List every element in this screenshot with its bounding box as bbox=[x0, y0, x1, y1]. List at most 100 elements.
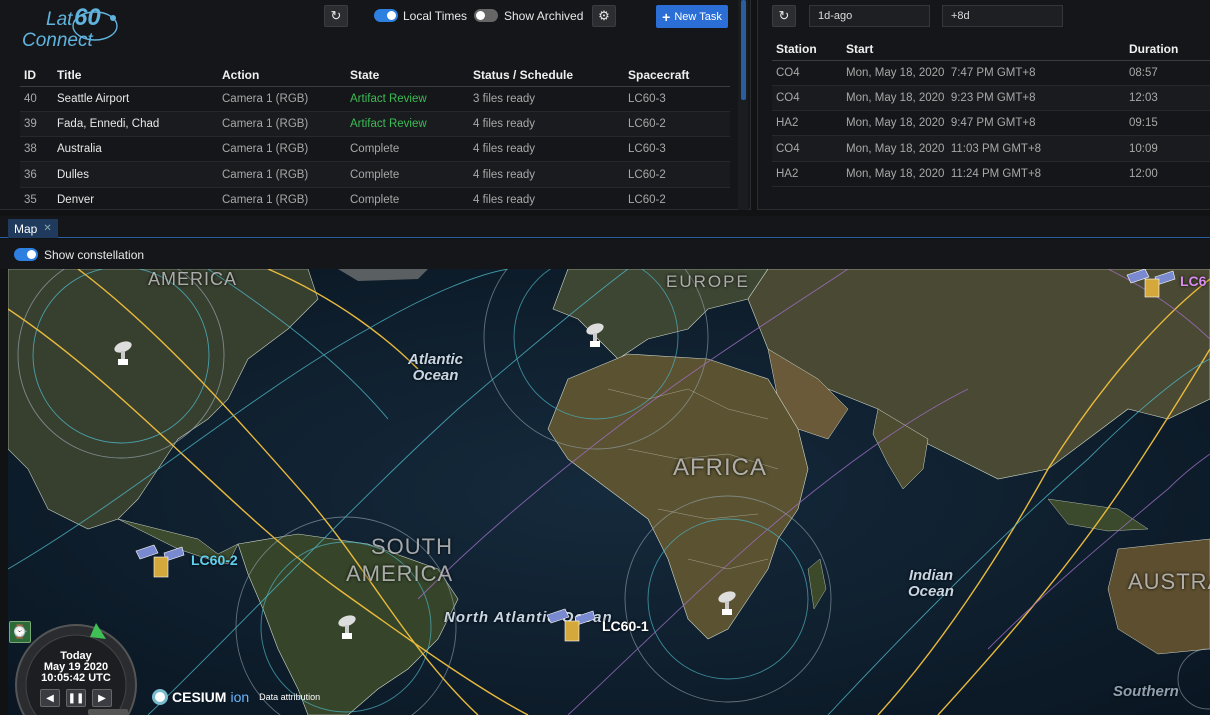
col-header-action[interactable]: Action bbox=[218, 64, 346, 87]
clock-mode-button[interactable]: ⌚ bbox=[9, 621, 31, 643]
label-australia: AUSTRA bbox=[1128, 569, 1210, 594]
show-constellation-toggle[interactable] bbox=[14, 248, 38, 261]
task-action: Camera 1 (RGB) bbox=[218, 136, 346, 163]
range-end-input[interactable]: +8d bbox=[942, 5, 1063, 27]
task-spacecraft: LC60-2 bbox=[624, 111, 730, 138]
map-tabbar: Map ✕ bbox=[0, 216, 1210, 238]
tasks-header-row: ID Title Action State Status / Schedule … bbox=[20, 64, 730, 87]
pass-station: HA2 bbox=[772, 161, 842, 187]
col-header-state[interactable]: State bbox=[346, 64, 469, 87]
task-action: Camera 1 (RGB) bbox=[218, 111, 346, 138]
task-state: Complete bbox=[346, 187, 469, 209]
table-row[interactable]: 39 Fada, Ennedi, Chad Camera 1 (RGB) Art… bbox=[20, 111, 730, 138]
task-id: 39 bbox=[20, 111, 53, 138]
new-task-label: New Task bbox=[674, 10, 722, 23]
pass-duration: 12:03 bbox=[1125, 85, 1210, 112]
data-attribution-link[interactable]: Data attribution bbox=[259, 692, 320, 702]
local-times-label: Local Times bbox=[403, 9, 468, 23]
ground-station-icon[interactable] bbox=[716, 589, 740, 619]
refresh-icon: ↻ bbox=[778, 8, 790, 23]
task-title: Fada, Ennedi, Chad bbox=[53, 111, 218, 138]
pass-station: CO4 bbox=[772, 135, 842, 162]
satellite-icon[interactable] bbox=[1125, 269, 1177, 301]
play-button[interactable]: ▶ bbox=[92, 689, 112, 707]
show-archived-toggle[interactable] bbox=[474, 9, 498, 22]
label-southern-ocean: Southern bbox=[1113, 683, 1179, 700]
local-times-toggle[interactable] bbox=[374, 9, 398, 22]
settings-button[interactable]: ⚙ bbox=[592, 5, 616, 27]
task-title: Australia bbox=[53, 136, 218, 163]
col-header-duration[interactable]: Duration bbox=[1125, 38, 1210, 61]
satellite-label-lc60-2[interactable]: LC60-2 bbox=[191, 552, 238, 568]
tab-map[interactable]: Map ✕ bbox=[8, 219, 58, 238]
task-state: Artifact Review bbox=[346, 111, 469, 138]
task-title: Denver bbox=[53, 187, 218, 209]
label-atlantic-ocean: Atlantic Ocean bbox=[408, 351, 464, 384]
satellite-icon[interactable] bbox=[545, 605, 597, 645]
gear-icon: ⚙ bbox=[598, 8, 610, 23]
pass-start: Mon, May 18, 2020 7:47 PM GMT+8 bbox=[842, 60, 1125, 86]
pass-start: Mon, May 18, 2020 9:47 PM GMT+8 bbox=[842, 110, 1125, 137]
satellite-label-lc60-3[interactable]: LC6 bbox=[1180, 273, 1206, 289]
table-row[interactable]: 35 Denver Camera 1 (RGB) Complete 4 file… bbox=[20, 187, 730, 209]
table-row[interactable]: HA2 Mon, May 18, 2020 9:47 PM GMT+8 09:1… bbox=[772, 110, 1210, 137]
table-row[interactable]: HA2 Mon, May 18, 2020 11:24 PM GMT+8 12:… bbox=[772, 161, 1210, 187]
play-icon: ▶ bbox=[98, 692, 106, 704]
pass-duration: 10:09 bbox=[1125, 135, 1210, 162]
refresh-tasks-button[interactable]: ↻ bbox=[324, 5, 348, 27]
clock-icon: ⌚ bbox=[11, 624, 29, 639]
tab-map-label: Map bbox=[14, 221, 38, 236]
pass-station: HA2 bbox=[772, 110, 842, 137]
app-root: Lat 60 Connect ↻ Local Times Show Archiv… bbox=[0, 0, 1210, 715]
map-viewport[interactable]: AMERICA EUROPE Atlantic Ocean AFRICA SOU… bbox=[8, 269, 1210, 715]
map-toolbar: Show constellation bbox=[0, 239, 1210, 269]
table-row[interactable]: 40 Seattle Airport Camera 1 (RGB) Artifa… bbox=[20, 86, 730, 112]
col-header-id[interactable]: ID bbox=[20, 64, 53, 87]
app-logo: Lat 60 Connect bbox=[20, 4, 130, 56]
table-row[interactable]: CO4 Mon, May 18, 2020 9:23 PM GMT+8 12:0… bbox=[772, 85, 1210, 112]
label-south-america: AMERICA bbox=[346, 561, 454, 586]
close-icon[interactable]: ✕ bbox=[43, 223, 51, 234]
label-europe: EUROPE bbox=[666, 272, 750, 291]
refresh-passes-button[interactable]: ↻ bbox=[772, 5, 796, 27]
task-state: Artifact Review bbox=[346, 86, 469, 112]
col-header-spacecraft[interactable]: Spacecraft bbox=[624, 64, 730, 87]
pass-station: CO4 bbox=[772, 60, 842, 86]
task-spacecraft: LC60-2 bbox=[624, 161, 730, 188]
pass-duration: 08:57 bbox=[1125, 60, 1210, 86]
table-row[interactable]: 38 Australia Camera 1 (RGB) Complete 4 f… bbox=[20, 136, 730, 163]
pass-duration: 09:15 bbox=[1125, 110, 1210, 137]
col-header-start[interactable]: Start bbox=[842, 38, 1125, 61]
range-start-input[interactable]: 1d-ago bbox=[809, 5, 930, 27]
ground-station-icon[interactable] bbox=[584, 321, 608, 351]
label-africa: AFRICA bbox=[673, 454, 768, 481]
col-header-station[interactable]: Station bbox=[772, 38, 842, 61]
task-status: 4 files ready bbox=[469, 111, 624, 138]
task-status: 4 files ready bbox=[469, 136, 624, 163]
table-row[interactable]: CO4 Mon, May 18, 2020 7:47 PM GMT+8 08:5… bbox=[772, 60, 1210, 86]
task-spacecraft: LC60-2 bbox=[624, 187, 730, 209]
cesium-logo-icon bbox=[152, 689, 168, 705]
task-action: Camera 1 (RGB) bbox=[218, 161, 346, 188]
pass-start: Mon, May 18, 2020 11:03 PM GMT+8 bbox=[842, 135, 1125, 162]
ground-station-icon[interactable] bbox=[112, 339, 136, 369]
satellite-icon[interactable] bbox=[134, 541, 186, 581]
table-row[interactable]: 36 Dulles Camera 1 (RGB) Complete 4 file… bbox=[20, 161, 730, 188]
pause-button[interactable]: ❚❚ bbox=[66, 689, 86, 707]
col-header-title[interactable]: Title bbox=[53, 64, 218, 87]
tasks-table: ID Title Action State Status / Schedule … bbox=[20, 64, 730, 209]
satellite-label-lc60-1[interactable]: LC60-1 bbox=[602, 618, 649, 634]
tasks-scrollbar-thumb[interactable] bbox=[741, 0, 746, 100]
timeline-scrub-handle[interactable] bbox=[88, 709, 128, 715]
play-reverse-button[interactable]: ◀ bbox=[40, 689, 60, 707]
show-archived-label: Show Archived bbox=[504, 9, 584, 23]
task-id: 36 bbox=[20, 161, 53, 188]
range-start-value: 1d-ago bbox=[818, 10, 853, 22]
table-row[interactable]: CO4 Mon, May 18, 2020 11:03 PM GMT+8 10:… bbox=[772, 135, 1210, 162]
new-task-button[interactable]: + New Task bbox=[656, 5, 728, 28]
col-header-status[interactable]: Status / Schedule bbox=[469, 64, 624, 87]
task-spacecraft: LC60-3 bbox=[624, 136, 730, 163]
cesium-attribution[interactable]: CESIUM ion Data attribution bbox=[152, 689, 320, 705]
passes-panel: ↻ 1d-ago +8d Station Start Duration CO4 … bbox=[757, 0, 1210, 210]
ground-station-icon[interactable] bbox=[336, 613, 360, 643]
